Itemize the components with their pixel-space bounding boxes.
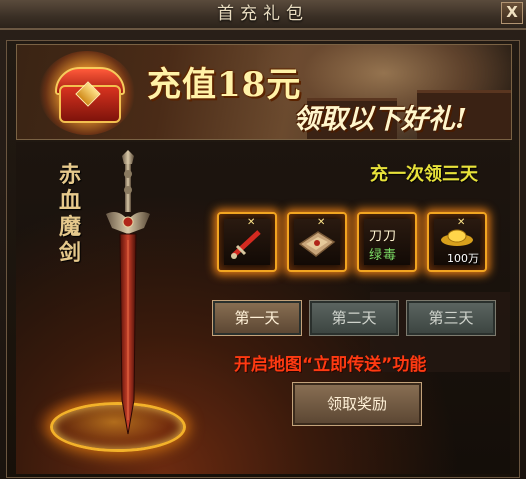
first-recharge-window: 首充礼包 X 充值18元 领取以下好礼! 赤血魔剑 充一次领三天 ✕ ✕ 刀刀 … [0,0,526,479]
gift-text: 领取以下好礼! [293,104,467,135]
reward-slot-4[interactable]: ✕ 100万 [427,212,487,272]
reward-slot-3[interactable]: 刀刀 绿毒 [357,212,417,272]
promo-banner: 充值18元 领取以下好礼! [16,44,512,140]
reward-4-count: 100万 [447,252,479,265]
tab-day-3[interactable]: 第三天 [406,300,496,336]
title-bar: 首充礼包 X [0,0,526,30]
teleport-feature-text: 开启地图“立即传送”功能 [234,355,427,375]
treasure-chest-icon [39,51,135,135]
reward-slot-1[interactable]: ✕ [217,212,277,272]
gold-ingot-icon [441,229,473,246]
tab-day-2[interactable]: 第二天 [309,300,399,336]
sword-icon [106,150,150,435]
reward-slot-2[interactable]: ✕ [287,212,347,272]
scroll-book-icon [298,231,336,257]
tab-day-1[interactable]: 第一天 [212,300,302,336]
reward-3-line1: 刀刀 [369,229,398,244]
sword-name: 赤血魔剑 [58,162,81,266]
reward-3-line2: 绿毒 [369,248,398,263]
window-title: 首充礼包 [217,4,309,24]
recharge-amount-text: 充值18元 [147,65,302,105]
close-button[interactable]: X [501,2,523,24]
three-days-text: 充一次领三天 [370,164,478,185]
red-sword-icon [231,230,261,259]
claim-reward-button[interactable]: 领取奖励 [292,382,422,426]
